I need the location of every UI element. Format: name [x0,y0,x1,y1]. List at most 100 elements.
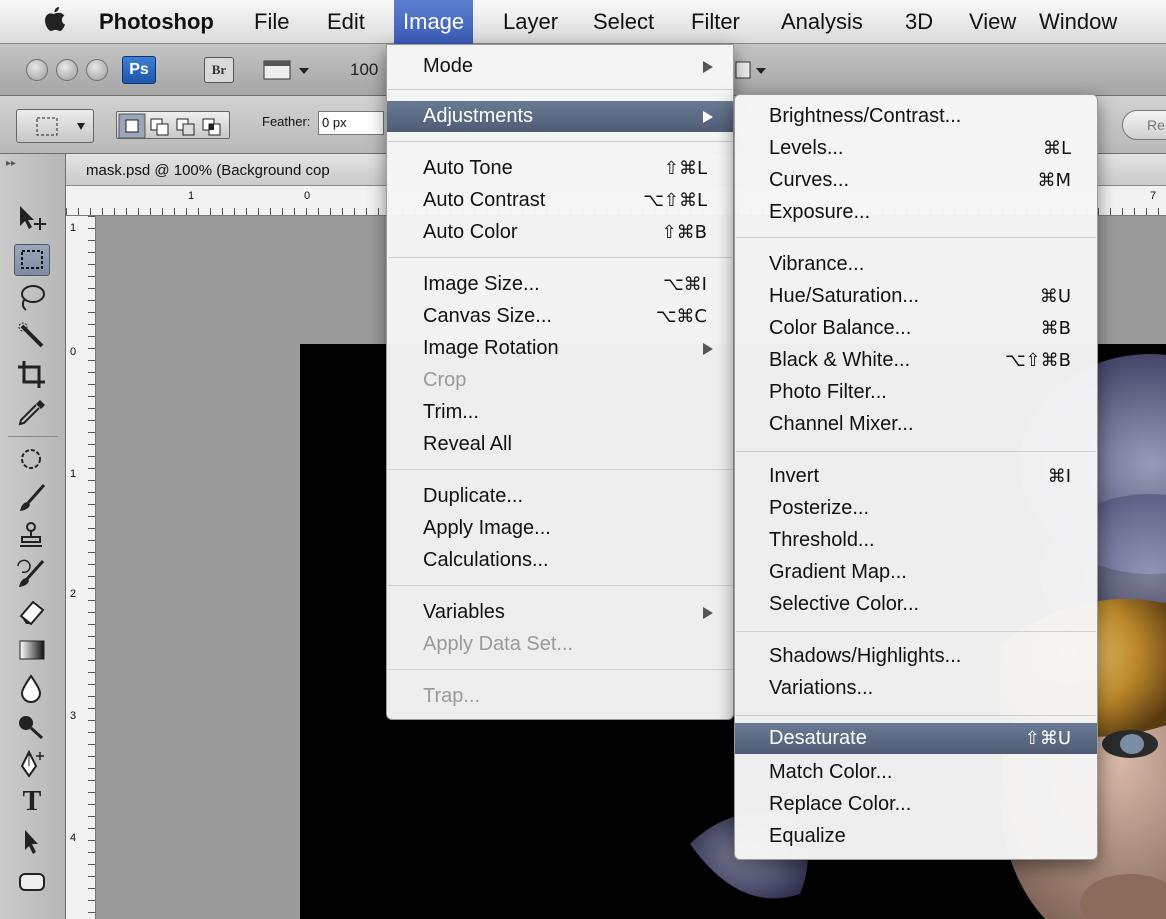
tool-preset-picker[interactable] [16,109,94,143]
menu-window[interactable]: Window [1030,0,1126,44]
menu-select[interactable]: Select [584,0,663,44]
menu-edit[interactable]: Edit [318,0,374,44]
menu-filter[interactable]: Filter [682,0,749,44]
menu-item-label: Adjustments [423,105,534,127]
spot-healing-tool-icon[interactable] [14,444,50,476]
adjust-item-exposure[interactable]: Exposure... [735,197,1097,228]
adjust-item-desaturate[interactable]: Desaturate ⇧⌘U [735,723,1097,754]
view-extras-icon [263,60,309,80]
image-menu-item-duplicate[interactable]: Duplicate... [387,481,733,512]
adjust-item-replace-color[interactable]: Replace Color... [735,789,1097,820]
image-menu-item-calculations[interactable]: Calculations... [387,545,733,576]
adjust-item-invert[interactable]: Invert ⌘I [735,461,1097,492]
menu-shortcut: ⌘L [1042,138,1071,159]
adjust-item-channel-mixer[interactable]: Channel Mixer... [735,409,1097,440]
history-brush-tool-icon[interactable] [14,558,50,590]
zoom-level[interactable]: 100 [350,56,378,84]
refine-edge-button[interactable]: Re [1122,110,1166,140]
image-menu-item-auto-color[interactable]: Auto Color ⇧⌘B [387,217,733,248]
menu-item-label: Equalize [769,825,846,847]
eraser-tool-icon[interactable] [14,596,50,628]
menu-item-label: Reveal All [423,433,512,455]
adjust-item-match-color[interactable]: Match Color... [735,757,1097,788]
menu-item-label: Brightness/Contrast... [769,105,962,127]
clone-stamp-tool-icon[interactable] [14,520,50,552]
path-selection-tool-icon[interactable] [14,826,50,858]
menu-shortcut: ⌥⌘C [655,306,707,327]
menu-item-label: Duplicate... [423,485,524,507]
menu-item-label: Canvas Size... [423,305,552,327]
image-menu-item-canvas-size[interactable]: Canvas Size... ⌥⌘C [387,301,733,332]
minimize-window-button[interactable] [56,59,78,81]
ruler-v-label: 2 [70,588,77,600]
adjust-item-brightness-contrast[interactable]: Brightness/Contrast... [735,101,1097,132]
adjust-item-variations[interactable]: Variations... [735,673,1097,704]
feather-input[interactable]: 0 px [318,111,384,135]
vertical-ruler[interactable] [66,216,96,919]
ruler-h-label: 0 [304,190,311,202]
eyedropper-tool-icon[interactable] [14,396,50,428]
image-menu-item-image-rotation[interactable]: Image Rotation [387,333,733,364]
adjust-item-gradient-map[interactable]: Gradient Map... [735,557,1097,588]
adjust-item-vibrance[interactable]: Vibrance... [735,249,1097,280]
adjust-item-equalize[interactable]: Equalize [735,821,1097,852]
image-menu-item-adjustments[interactable]: Adjustments [387,101,733,132]
menu-image[interactable]: Image [394,0,474,44]
adjust-item-levels[interactable]: Levels... ⌘L [735,133,1097,164]
menu-shortcut: ⇧⌘U [1024,728,1071,749]
screen-mode-icon [735,61,766,79]
crop-tool-icon[interactable] [14,358,50,390]
marquee-tool-icon[interactable] [14,244,50,276]
image-menu-item-trap: Trap... [387,681,733,712]
shape-tool-icon[interactable] [14,866,50,898]
image-menu-item-reveal-all[interactable]: Reveal All [387,429,733,460]
selection-mode-buttons[interactable] [116,111,230,139]
image-menu-item-mode[interactable]: Mode [387,51,733,82]
menu-item-label: Shadows/Highlights... [769,645,962,667]
image-menu-item-auto-tone[interactable]: Auto Tone ⇧⌘L [387,153,733,184]
image-menu-item-variables[interactable]: Variables [387,597,733,628]
image-menu-item-trim[interactable]: Trim... [387,397,733,428]
menu-separator [736,631,1096,632]
adjust-item-curves[interactable]: Curves... ⌘M [735,165,1097,196]
type-tool-icon[interactable]: T [14,786,50,818]
quick-selection-tool-icon[interactable] [14,320,50,352]
image-menu-item-image-size[interactable]: Image Size... ⌥⌘I [387,269,733,300]
document-tab-title[interactable]: mask.psd @ 100% (Background cop [86,162,330,179]
menu-view[interactable]: View [960,0,1025,44]
gradient-tool-icon[interactable] [14,634,50,666]
lasso-tool-icon[interactable] [14,282,50,314]
launch-bridge-button[interactable]: Br [204,57,234,83]
menu-layer[interactable]: Layer [494,0,567,44]
menu-analysis[interactable]: Analysis [772,0,872,44]
pen-tool-icon[interactable] [14,748,50,780]
dodge-tool-icon[interactable] [14,710,50,742]
brush-tool-icon[interactable] [14,482,50,514]
adjust-item-posterize[interactable]: Posterize... [735,493,1097,524]
menu-separator [388,89,732,90]
zoom-window-button[interactable] [86,59,108,81]
apple-icon[interactable] [40,5,68,37]
image-menu-item-auto-contrast[interactable]: Auto Contrast ⌥⇧⌘L [387,185,733,216]
adjust-item-selective-color[interactable]: Selective Color... [735,589,1097,620]
adjust-item-threshold[interactable]: Threshold... [735,525,1097,556]
blur-tool-icon[interactable] [14,672,50,704]
menu-separator [736,237,1096,238]
screen-mode-dropdown[interactable] [734,56,774,84]
adjust-item-black-white[interactable]: Black & White... ⌥⇧⌘B [735,345,1097,376]
menu-3d[interactable]: 3D [896,0,942,44]
menu-file[interactable]: File [245,0,298,44]
submenu-arrow-icon [703,343,713,355]
close-window-button[interactable] [26,59,48,81]
adjust-item-photo-filter[interactable]: Photo Filter... [735,377,1097,408]
adjust-item-shadows-highlights[interactable]: Shadows/Highlights... [735,641,1097,672]
menu-photoshop[interactable]: Photoshop [90,0,223,44]
image-menu-item-apply-image[interactable]: Apply Image... [387,513,733,544]
menu-shortcut: ⌘U [1039,286,1071,307]
collapse-panel-icon[interactable]: ▸▸ [6,158,26,169]
view-extras-dropdown[interactable] [262,56,312,84]
adjust-item-color-balance[interactable]: Color Balance... ⌘B [735,313,1097,344]
adjust-item-hue-saturation[interactable]: Hue/Saturation... ⌘U [735,281,1097,312]
move-tool-icon[interactable] [14,202,50,234]
menu-separator [388,469,732,470]
